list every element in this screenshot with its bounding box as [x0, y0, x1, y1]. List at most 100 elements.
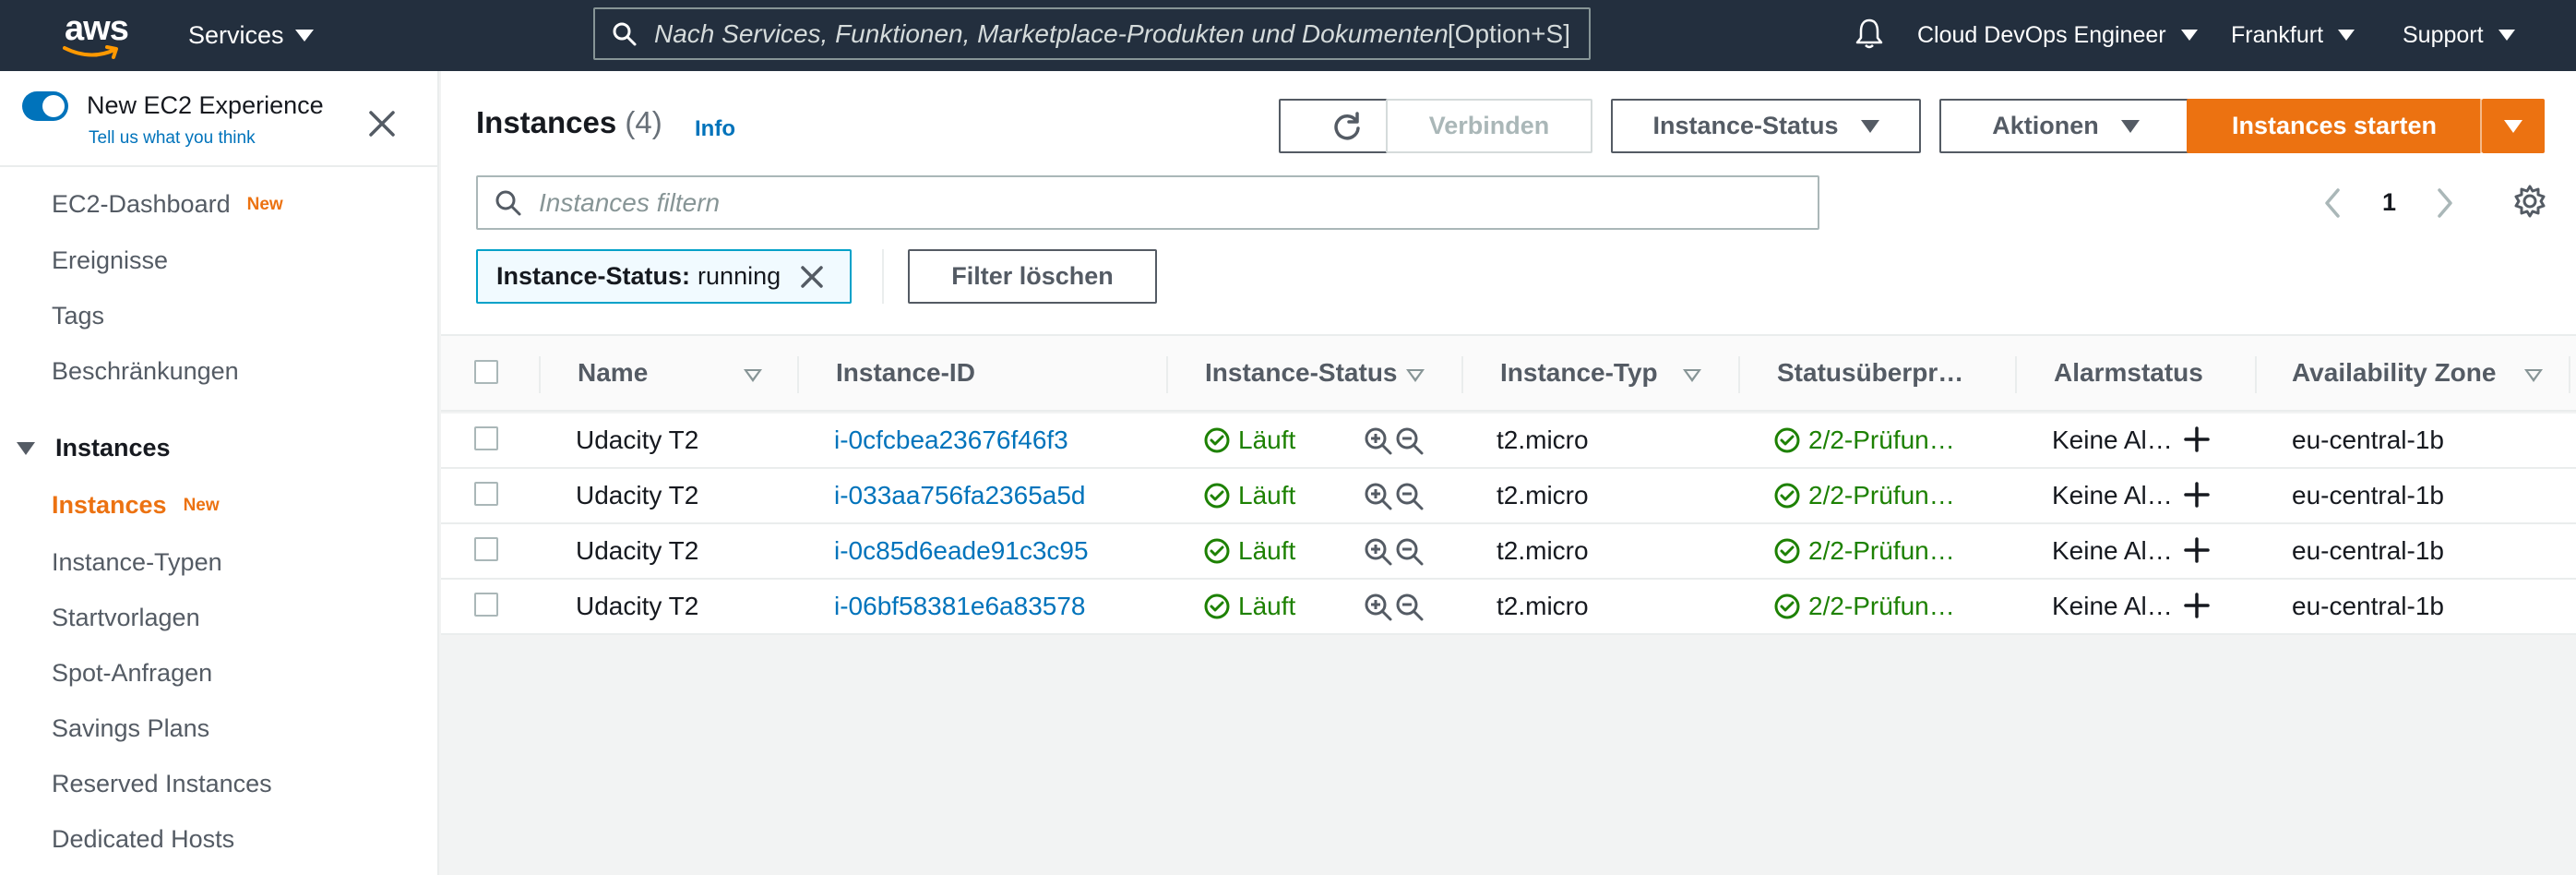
sidebar-item-dedicated-hosts[interactable]: Dedicated Hosts — [52, 825, 234, 854]
zoom-in-icon[interactable] — [1364, 593, 1393, 622]
add-alarm-icon[interactable] — [2183, 536, 2211, 564]
launch-instances-dropdown[interactable] — [2482, 99, 2545, 153]
aws-logo[interactable]: aws — [59, 7, 137, 63]
row-checkbox[interactable] — [474, 482, 498, 506]
column-header-availability-zone[interactable]: Availability Zone — [2292, 358, 2496, 388]
state-label: Läuft — [1238, 426, 1296, 454]
sort-icon[interactable] — [1406, 369, 1425, 382]
row-checkbox[interactable] — [474, 537, 498, 561]
zoom-controls — [1364, 537, 1425, 567]
sidebar-item-tags[interactable]: Tags — [52, 302, 104, 330]
select-all-checkbox[interactable] — [474, 360, 498, 384]
cell-status-check[interactable]: 2/2-Prüfun… — [1773, 536, 1955, 566]
close-icon[interactable] — [367, 109, 397, 138]
sidebar-item-label: Instance-Typen — [52, 548, 222, 576]
sidebar-item-reserved-instances[interactable]: Reserved Instances — [52, 770, 272, 798]
sidebar-item-label: Ereignisse — [52, 246, 169, 274]
cell-instance-state: Läuft — [1203, 481, 1295, 510]
page-number[interactable]: 1 — [2382, 188, 2396, 217]
add-alarm-icon[interactable] — [2183, 481, 2211, 509]
sidebar-item-launch-templates[interactable]: Startvorlagen — [52, 604, 200, 632]
add-alarm-icon[interactable] — [2183, 592, 2211, 619]
row-checkbox[interactable] — [474, 426, 498, 450]
cell-instance-id[interactable]: i-06bf58381e6a83578 — [834, 592, 1085, 621]
previous-page-icon[interactable] — [2321, 186, 2343, 220]
column-divider — [1461, 356, 1463, 393]
connect-button[interactable]: Verbinden — [1386, 99, 1592, 153]
row-checkbox[interactable] — [474, 593, 498, 617]
services-menu[interactable]: Services — [188, 18, 314, 52]
cell-instance-type: t2.micro — [1497, 481, 1589, 509]
zoom-in-icon[interactable] — [1364, 426, 1393, 456]
sidebar-item-label: Beschränkungen — [52, 357, 239, 385]
sidebar-item-ec2-dashboard[interactable]: EC2-Dashboard New — [52, 190, 283, 219]
status-check-label: 2/2-Prüfun… — [1808, 592, 1955, 620]
gear-icon[interactable] — [2511, 183, 2548, 220]
zoom-in-icon[interactable] — [1364, 482, 1393, 511]
cell-instance-id[interactable]: i-033aa756fa2365a5d — [834, 481, 1085, 510]
table-row[interactable]: Udacity T2 i-0cfcbea23676f46f3 Läuft t2.… — [441, 414, 2576, 469]
check-circle-icon — [1774, 593, 1800, 619]
sidebar-item-spot-requests[interactable]: Spot-Anfragen — [52, 659, 212, 688]
instances-filter-input[interactable] — [539, 187, 1818, 218]
zoom-out-icon[interactable] — [1395, 593, 1425, 622]
remove-filter-icon[interactable] — [799, 264, 825, 290]
filter-divider — [882, 249, 884, 304]
sidebar-item-savings-plans[interactable]: Savings Plans — [52, 714, 209, 743]
cell-status-check[interactable]: 2/2-Prüfun… — [1773, 426, 1955, 455]
zoom-in-icon[interactable] — [1364, 537, 1393, 567]
column-header-name[interactable]: Name — [578, 358, 648, 388]
instance-state-button[interactable]: Instance-Status — [1611, 99, 1921, 153]
sidebar-item-events[interactable]: Ereignisse — [52, 246, 168, 275]
sidebar-item-limits[interactable]: Beschränkungen — [52, 357, 239, 386]
column-header-instance-state[interactable]: Instance-Status — [1205, 358, 1398, 388]
column-header-alarm-status[interactable]: Alarmstatus — [2054, 358, 2203, 388]
info-link[interactable]: Info — [695, 116, 735, 142]
services-label: Services — [188, 20, 284, 49]
cell-instance-id[interactable]: i-0c85d6eade91c3c95 — [834, 536, 1089, 566]
filter-token: Instance-Status: running — [476, 249, 852, 304]
chevron-down-icon — [294, 29, 314, 42]
global-search[interactable]: [Option+S] — [593, 7, 1591, 60]
check-circle-icon — [1204, 538, 1230, 564]
global-search-input[interactable] — [654, 18, 1448, 49]
cell-instance-id[interactable]: i-0cfcbea23676f46f3 — [834, 426, 1068, 455]
clear-filters-button[interactable]: Filter löschen — [908, 249, 1157, 304]
next-page-icon[interactable] — [2434, 186, 2456, 220]
sidebar-item-instances[interactable]: Instances New — [52, 491, 220, 520]
sidebar-item-instance-types[interactable]: Instance-Typen — [52, 548, 222, 577]
filter-token-value: running — [698, 262, 781, 290]
region-menu[interactable]: Frankfurt — [2231, 18, 2355, 52]
column-header-status-check[interactable]: Statusüberpr… — [1777, 358, 1963, 388]
table-row[interactable]: Udacity T2 i-0c85d6eade91c3c95 Läuft t2.… — [441, 524, 2576, 580]
account-menu[interactable]: Cloud DevOps Engineer — [1917, 18, 2198, 52]
zoom-out-icon[interactable] — [1395, 482, 1425, 511]
instances-filter[interactable] — [476, 175, 1819, 230]
support-menu[interactable]: Support — [2403, 18, 2515, 52]
feedback-link[interactable]: Tell us what you think — [89, 128, 256, 149]
table-row[interactable]: Udacity T2 i-06bf58381e6a83578 Läuft t2.… — [441, 580, 2576, 635]
cell-availability-zone: eu-central-1b — [2292, 536, 2444, 565]
new-experience-toggle[interactable] — [22, 91, 68, 121]
launch-instances-button[interactable]: Instances starten — [2187, 99, 2482, 153]
column-header-instance-id[interactable]: Instance-ID — [836, 358, 975, 388]
cell-status-check[interactable]: 2/2-Prüfun… — [1773, 592, 1955, 621]
cell-status-check[interactable]: 2/2-Prüfun… — [1773, 481, 1955, 510]
zoom-out-icon[interactable] — [1395, 537, 1425, 567]
column-divider — [2255, 356, 2257, 393]
actions-button[interactable]: Aktionen — [1939, 99, 2192, 153]
check-circle-icon — [1774, 483, 1800, 509]
add-alarm-icon[interactable] — [2183, 426, 2211, 453]
sort-icon[interactable] — [744, 369, 762, 382]
sidebar-section-instances[interactable]: Instances — [17, 434, 171, 462]
zoom-out-icon[interactable] — [1395, 426, 1425, 456]
bell-icon[interactable] — [1854, 17, 1884, 50]
connect-label: Verbinden — [1428, 112, 1550, 139]
sort-icon[interactable] — [2524, 369, 2543, 382]
cell-instance-state: Läuft — [1203, 426, 1295, 455]
table-row[interactable]: Udacity T2 i-033aa756fa2365a5d Läuft t2.… — [441, 469, 2576, 524]
cell-instance-type: t2.micro — [1497, 536, 1589, 565]
column-header-instance-type[interactable]: Instance-Typ — [1500, 358, 1658, 388]
sort-icon[interactable] — [1683, 369, 1701, 382]
new-badge: New — [246, 195, 283, 214]
